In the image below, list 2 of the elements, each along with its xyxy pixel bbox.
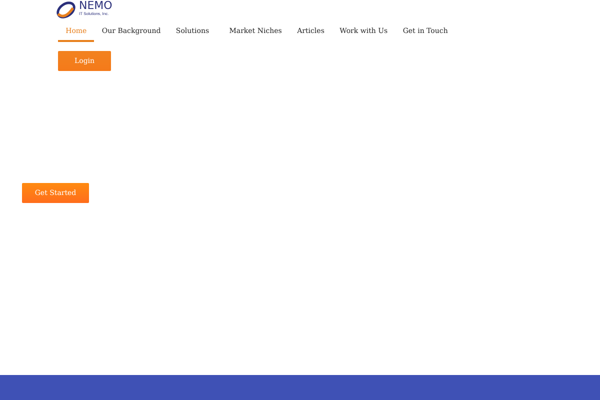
logo-icon [55,0,77,20]
logo-name: NEMO [79,0,112,11]
